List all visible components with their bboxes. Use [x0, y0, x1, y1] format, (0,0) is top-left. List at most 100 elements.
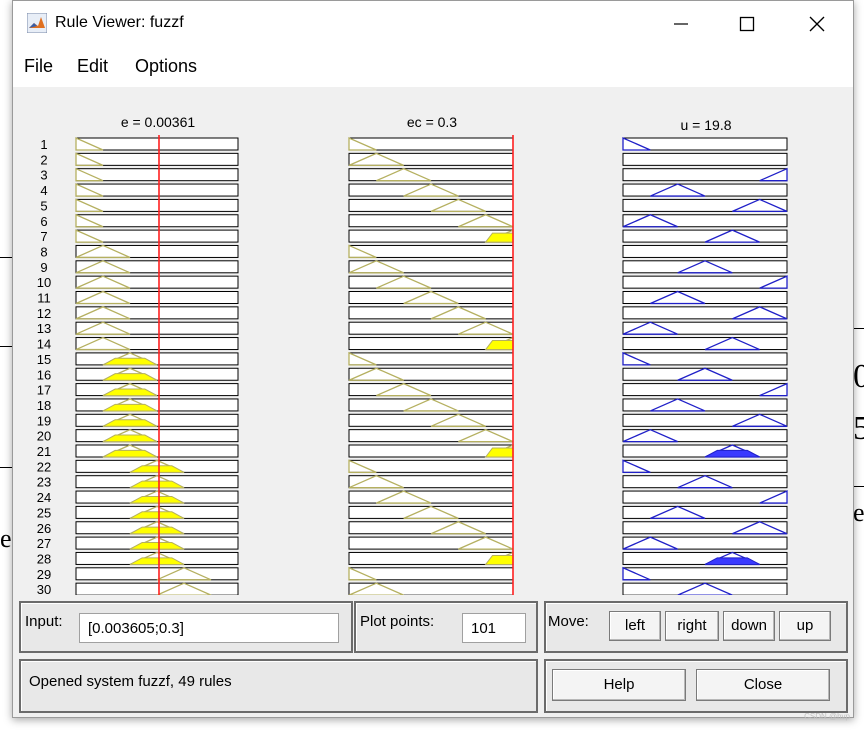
rule-plot-box[interactable] — [348, 413, 514, 427]
rule-number: 3 — [40, 168, 47, 183]
rule-number: 22 — [37, 459, 51, 474]
rule-plot-box[interactable] — [622, 444, 788, 458]
rule-number: 4 — [40, 183, 47, 198]
rule-number: 9 — [40, 260, 47, 275]
rule-plot-box[interactable] — [622, 582, 788, 595]
rule-plots-area: e = 0.00361 ec = 0.3 u = 19.8 1234567891… — [13, 87, 853, 595]
rule-number: 6 — [40, 214, 47, 229]
rule-plot-box[interactable] — [348, 383, 514, 397]
rule-plot-box[interactable] — [75, 582, 239, 595]
plot-points-label: Plot points: — [360, 613, 435, 630]
watermark: CSDN @hvp — [804, 712, 850, 721]
rule-plot-box[interactable] — [348, 168, 514, 182]
rule-number: 17 — [37, 383, 51, 398]
maximize-button[interactable] — [719, 1, 775, 47]
rule-plot-box[interactable] — [348, 505, 514, 519]
maximize-icon — [739, 16, 755, 32]
rule-plot-box[interactable] — [348, 275, 514, 289]
background-rule-line — [0, 346, 12, 347]
input-label: Input: — [25, 613, 63, 630]
rule-plot-box[interactable] — [75, 367, 239, 381]
rule-plot-box[interactable] — [348, 398, 514, 412]
close-window-button[interactable] — [789, 1, 845, 47]
status-message: Opened system fuzzf, 49 rules — [29, 673, 232, 690]
rule-plot-box[interactable] — [75, 567, 239, 581]
rule-plot-box[interactable] — [348, 183, 514, 197]
rule-plot-box[interactable] — [622, 260, 788, 274]
rule-number: 7 — [40, 229, 47, 244]
rule-plot-box[interactable] — [622, 183, 788, 197]
rule-plot-box[interactable] — [75, 413, 239, 427]
rule-plot-box[interactable] — [622, 475, 788, 489]
rule-viewer-window: Rule Viewer: fuzzf File Edit Options e =… — [12, 0, 854, 718]
rule-plot-box[interactable] — [348, 306, 514, 320]
move-left-button[interactable]: left — [609, 611, 661, 641]
rule-number: 20 — [37, 429, 51, 444]
move-label: Move: — [548, 613, 589, 630]
rule-plot-box[interactable] — [75, 352, 239, 366]
move-up-button[interactable]: up — [779, 611, 831, 641]
background-rule-line — [0, 257, 12, 258]
menu-file[interactable]: File — [24, 56, 53, 77]
rule-number: 2 — [40, 152, 47, 167]
rule-number: 8 — [40, 244, 47, 259]
rule-number: 25 — [37, 505, 51, 520]
plot-points-field[interactable]: 101 — [462, 613, 526, 643]
rule-plot-box[interactable] — [622, 505, 788, 519]
background-text-fragment: 5 — [853, 410, 864, 447]
rule-plot-box[interactable] — [75, 398, 239, 412]
rule-number: 18 — [37, 398, 51, 413]
rule-plot-box[interactable] — [348, 198, 514, 212]
ec-variable-label: ec = 0.3 — [407, 114, 457, 130]
rule-plot-box[interactable] — [75, 383, 239, 397]
background-rule-line — [0, 467, 12, 468]
input-field[interactable]: [0.003605;0.3] — [79, 613, 339, 643]
rule-plot-box[interactable] — [622, 398, 788, 412]
rule-number: 24 — [37, 490, 51, 505]
e-variable-label: e = 0.00361 — [121, 114, 196, 130]
close-icon — [809, 16, 825, 32]
move-right-button[interactable]: right — [665, 611, 719, 641]
rule-plot-box[interactable] — [622, 367, 788, 381]
rule-plot-box[interactable] — [622, 229, 788, 243]
rule-number: 5 — [40, 198, 47, 213]
background-text-fragment: e — [0, 524, 12, 553]
rule-number: 19 — [37, 413, 51, 428]
rule-number: 27 — [37, 536, 51, 551]
rule-number: 12 — [37, 306, 51, 321]
rule-plot-box[interactable] — [622, 244, 788, 258]
matlab-icon — [27, 13, 47, 33]
window-title: Rule Viewer: fuzzf — [55, 14, 184, 31]
rule-number: 15 — [37, 352, 51, 367]
action-panel: Help Close — [544, 659, 848, 713]
rule-plot-box[interactable] — [348, 291, 514, 304]
rule-number: 14 — [37, 337, 51, 352]
rule-plot-box[interactable] — [622, 337, 788, 351]
close-button[interactable]: Close — [696, 669, 830, 701]
rule-number: 1 — [40, 137, 47, 152]
rule-number: 10 — [37, 275, 51, 290]
rule-plot-box[interactable] — [75, 444, 239, 458]
rule-plot-box[interactable] — [348, 490, 514, 504]
rule-plot-box[interactable] — [75, 429, 239, 443]
move-panel: Move: left right down up — [544, 601, 848, 653]
status-panel: Opened system fuzzf, 49 rules — [19, 659, 538, 713]
rule-number: 30 — [37, 582, 51, 595]
minimize-icon — [674, 23, 688, 25]
rule-plot-box[interactable] — [348, 521, 514, 535]
rule-plot-box[interactable] — [622, 291, 788, 304]
menu-edit[interactable]: Edit — [77, 56, 108, 77]
menu-view[interactable]: Options — [135, 56, 197, 77]
rule-plot-box[interactable] — [622, 551, 788, 565]
rule-number: 23 — [37, 475, 51, 490]
rule-number: 28 — [37, 551, 51, 566]
move-down-button[interactable]: down — [723, 611, 775, 641]
rule-number: 13 — [37, 321, 51, 336]
rule-plot-box[interactable] — [622, 152, 788, 166]
background-text-fragment: 0 — [853, 358, 864, 395]
rule-number: 26 — [37, 521, 51, 536]
rule-number: 29 — [37, 567, 51, 582]
minimize-button[interactable] — [653, 1, 709, 47]
rule-number: 21 — [37, 444, 51, 459]
help-button[interactable]: Help — [552, 669, 686, 701]
